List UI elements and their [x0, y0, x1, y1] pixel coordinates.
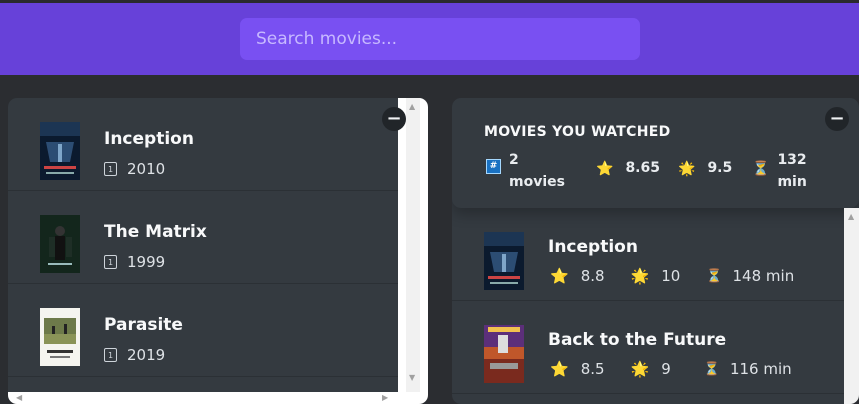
movie-meta: 1 2019: [104, 346, 165, 364]
count-text: 2 movies: [509, 150, 565, 193]
movie-year: 2019: [127, 346, 166, 364]
imdb-rating: 8.8: [580, 267, 605, 285]
navbar: [0, 3, 859, 75]
movie-meta: 1 1999: [104, 253, 165, 271]
movie-meta: 1 2010: [104, 160, 165, 178]
summary-heading: MOVIES YOU WATCHED: [484, 124, 671, 140]
star-icon: ⭐: [596, 161, 614, 177]
scroll-right-arrow-icon[interactable]: ▶: [382, 394, 388, 402]
avg-runtime-unit: min: [777, 173, 807, 190]
results-toggle-button[interactable]: −: [382, 107, 406, 131]
scroll-up-arrow-icon[interactable]: ▲: [848, 213, 854, 221]
movie-year: 1999: [127, 253, 166, 271]
hourglass-icon: ⏳: [703, 361, 720, 377]
list-item[interactable]: The Matrix 1 1999: [8, 191, 398, 284]
poster-parasite: [40, 308, 80, 366]
runtime: 116 min: [729, 360, 792, 378]
search-input[interactable]: [240, 18, 640, 60]
summary-user-rating: 🌟 9.5: [678, 158, 732, 180]
movie-title: Inception: [104, 129, 194, 149]
summary-imdb: ⭐ 8.65: [596, 158, 660, 180]
watched-box: − MOVIES YOU WATCHED # 2 movies ⭐ 8.65 🌟…: [452, 98, 859, 404]
movie-title: Parasite: [104, 315, 183, 335]
results-horizontal-scrollbar[interactable]: ◀ ▶: [8, 392, 428, 404]
hourglass-icon: ⏳: [706, 268, 723, 284]
avg-imdb: 8.65: [625, 160, 660, 176]
movie-stats: ⭐ 8.8 🌟 10 ⏳ 148 min: [550, 267, 794, 285]
user-rating: 9: [661, 360, 671, 378]
user-rating: 10: [661, 267, 681, 285]
poster-back-to-the-future: [484, 325, 524, 383]
calendar-icon: 1: [104, 255, 117, 269]
scroll-up-arrow-icon[interactable]: ▲: [409, 103, 415, 111]
avg-user-rating: 9.5: [707, 160, 733, 176]
glowing-star-icon: 🌟: [678, 161, 696, 177]
movie-title: Inception: [548, 237, 638, 257]
watched-vertical-scrollbar[interactable]: ▲: [844, 208, 859, 404]
movie-title: The Matrix: [104, 222, 207, 242]
count-unit: movies: [509, 173, 565, 190]
list-item[interactable]: Inception 1 2010: [8, 98, 398, 191]
list-item[interactable]: Parasite 1 2019: [8, 284, 398, 377]
star-icon: ⭐: [550, 360, 569, 378]
results-box: − Inception 1 2010 The Matrix 1 1999 Par…: [8, 98, 428, 404]
scroll-left-arrow-icon[interactable]: ◀: [16, 394, 22, 402]
results-list: Inception 1 2010 The Matrix 1 1999 Paras…: [8, 98, 398, 377]
imdb-rating: 8.5: [580, 360, 605, 378]
poster-matrix: [40, 215, 80, 273]
count-number: 2: [509, 152, 519, 168]
watched-summary: − MOVIES YOU WATCHED # 2 movies ⭐ 8.65 🌟…: [452, 98, 859, 208]
list-item[interactable]: Back to the Future ⭐ 8.5 🌟 9 ⏳ 116 min: [452, 301, 844, 394]
calendar-icon: 1: [104, 162, 117, 176]
summary-runtime: ⏳ 132 min: [752, 150, 807, 193]
scroll-down-arrow-icon[interactable]: ▼: [409, 374, 415, 382]
list-item[interactable]: Inception ⭐ 8.8 🌟 10 ⏳ 148 min: [452, 208, 844, 301]
poster-inception: [40, 122, 80, 180]
movie-stats: ⭐ 8.5 🌟 9 ⏳ 116 min: [550, 360, 792, 378]
poster-inception: [484, 232, 524, 290]
star-icon: ⭐: [550, 267, 569, 285]
hash-icon: #: [486, 159, 501, 174]
movie-title: Back to the Future: [548, 330, 727, 350]
glowing-star-icon: 🌟: [630, 360, 650, 378]
watched-toggle-button[interactable]: −: [825, 107, 849, 131]
results-vertical-scrollbar[interactable]: ▲ ▼: [398, 98, 428, 394]
avg-runtime-number: 132: [777, 152, 807, 168]
glowing-star-icon: 🌟: [630, 267, 650, 285]
watched-list: Inception ⭐ 8.8 🌟 10 ⏳ 148 min Back to t…: [452, 208, 844, 394]
movie-year: 2010: [127, 160, 166, 178]
runtime-text: 132 min: [777, 150, 806, 193]
runtime: 148 min: [732, 267, 795, 285]
hourglass-icon: ⏳: [752, 161, 770, 177]
calendar-icon: 1: [104, 348, 117, 362]
summary-count: # 2 movies: [486, 150, 565, 193]
